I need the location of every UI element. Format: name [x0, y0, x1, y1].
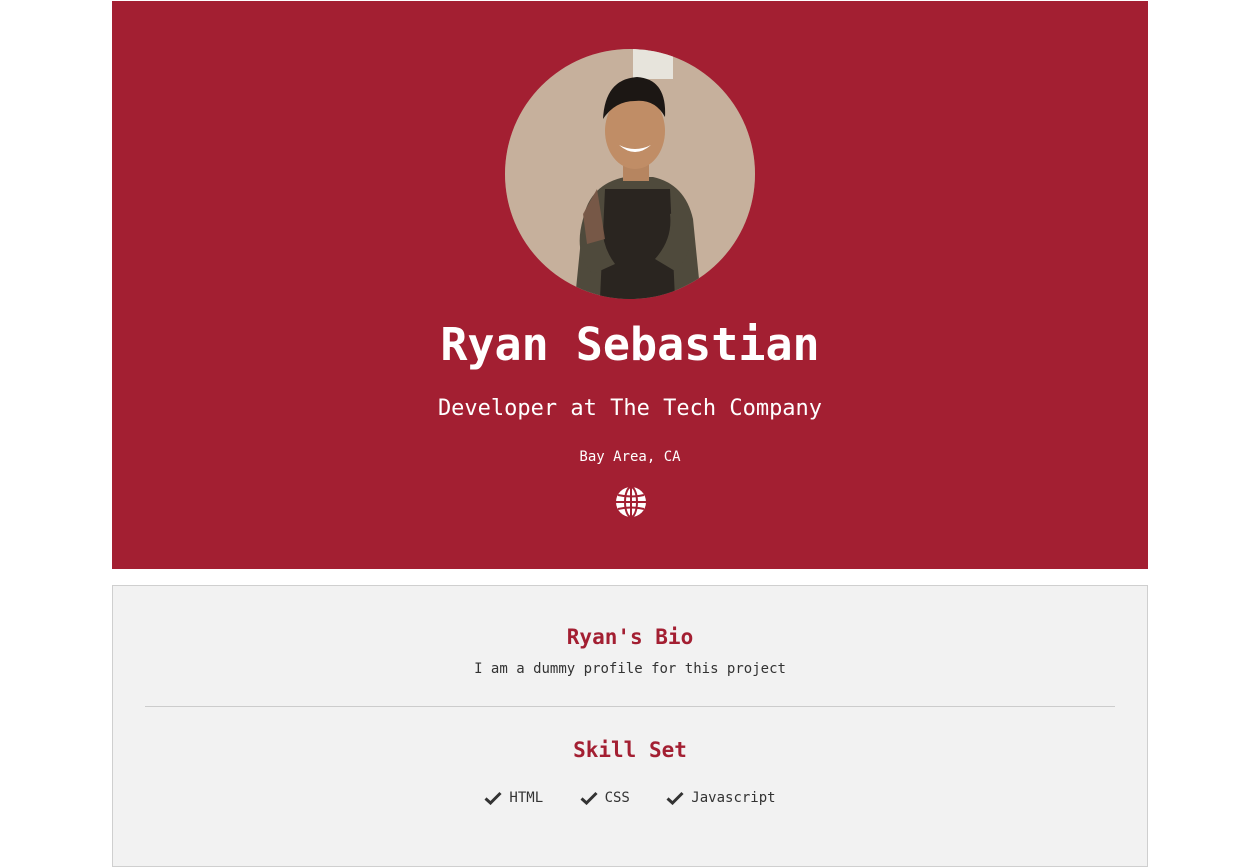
skill-label: Javascript [691, 790, 776, 806]
divider [145, 706, 1115, 707]
globe-icon[interactable] [614, 485, 648, 519]
skill-item: Javascript [666, 788, 776, 808]
check-icon [484, 791, 502, 805]
profile-location: Bay Area, CA [579, 449, 681, 465]
check-icon [580, 791, 598, 805]
skill-item: CSS [580, 788, 630, 808]
profile-header: Ryan Sebastian Developer at The Tech Com… [112, 1, 1148, 569]
avatar-photo [505, 49, 755, 299]
bio-heading: Ryan's Bio [566, 625, 694, 649]
skill-label: CSS [604, 790, 630, 806]
check-icon [666, 791, 684, 805]
skill-item: HTML [484, 788, 543, 808]
skill-label: HTML [509, 790, 544, 806]
profile-card: Ryan's Bio I am a dummy profile for this… [112, 585, 1148, 867]
skills-heading: Skill Set [573, 738, 687, 762]
bio-text: I am a dummy profile for this project [474, 661, 786, 677]
profile-name: Ryan Sebastian [440, 318, 820, 371]
skills-list: HTML CSS Javascript [113, 788, 1147, 811]
avatar [505, 49, 755, 299]
profile-title: Developer at The Tech Company [437, 396, 823, 421]
